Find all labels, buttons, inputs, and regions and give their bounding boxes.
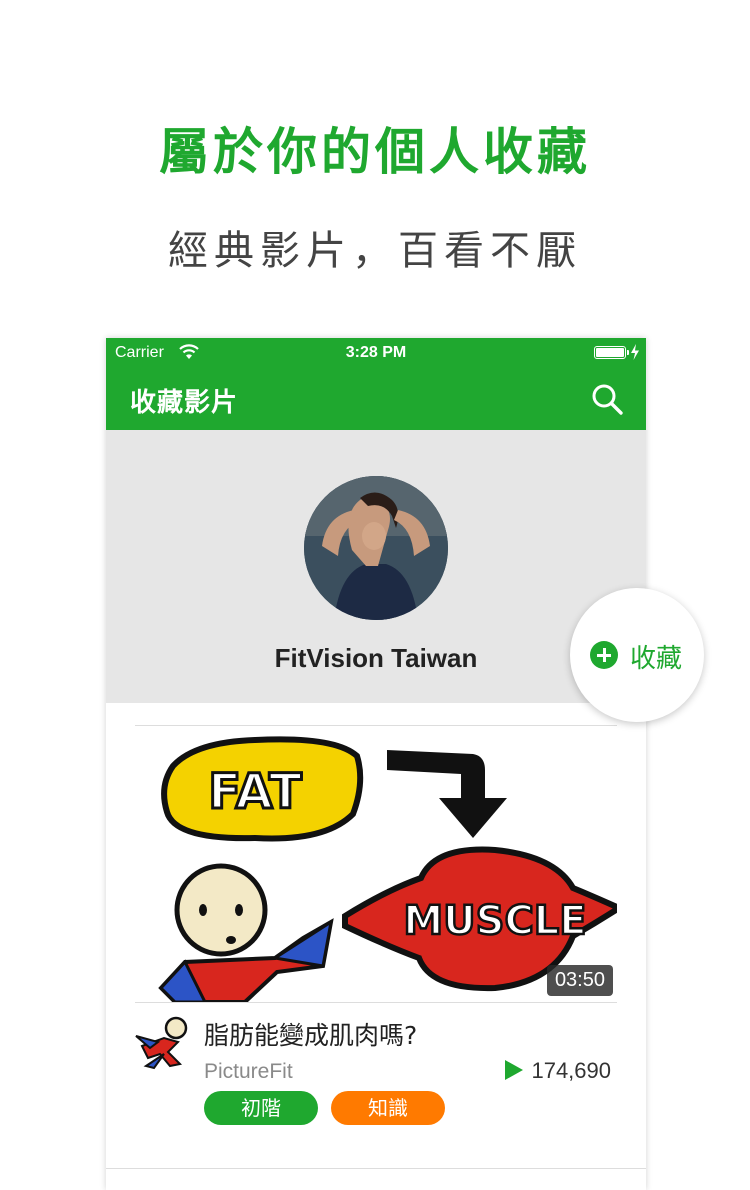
phone-screen: Carrier 3:28 PM 收藏影片 FitVision Taiwan FA… <box>106 338 646 1190</box>
tag-category[interactable]: 知識 <box>331 1091 445 1125</box>
status-time: 3:28 PM <box>345 344 407 361</box>
channel-profile-header: FitVision Taiwan <box>106 430 646 703</box>
channel-avatar[interactable] <box>304 476 448 620</box>
add-to-collection-label: 收藏 <box>630 644 683 674</box>
plus-circle-icon <box>590 641 618 669</box>
channel-name: FitVision Taiwan <box>274 643 478 673</box>
thumbnail-fat-text: FAT <box>208 764 302 820</box>
status-bar: Carrier 3:28 PM <box>106 338 646 368</box>
video-title[interactable]: 脂肪能變成肌肉嗎? <box>204 1016 417 1052</box>
nav-title: 收藏影片 <box>130 388 239 418</box>
divider <box>106 1168 646 1169</box>
play-icon <box>505 1060 524 1080</box>
thumbnail-muscle-text: MUSCLE <box>403 898 586 944</box>
video-thumbnail[interactable]: FAT MUSCLE 03:50 <box>135 726 617 1002</box>
video-duration: 03:50 <box>546 965 613 996</box>
promo-headline: 屬於你的個人收藏 <box>159 123 591 181</box>
arrow-icon <box>387 750 507 838</box>
tag-level[interactable]: 初階 <box>204 1091 318 1125</box>
battery-icon <box>594 346 629 359</box>
divider <box>135 1002 617 1003</box>
figure-head <box>174 863 268 957</box>
view-count: 174,690 <box>505 1058 611 1084</box>
nav-bar: 收藏影片 <box>106 368 646 430</box>
add-to-collection-button[interactable]: 收藏 <box>570 588 704 722</box>
uploader-avatar-icon[interactable] <box>134 1016 194 1070</box>
search-icon[interactable] <box>590 382 624 416</box>
view-count-value: 174,690 <box>531 1058 611 1083</box>
promo-subline: 經典影片，百看不厭 <box>168 228 582 274</box>
charging-icon <box>631 344 639 360</box>
uploader-name[interactable]: PictureFit <box>204 1060 293 1084</box>
